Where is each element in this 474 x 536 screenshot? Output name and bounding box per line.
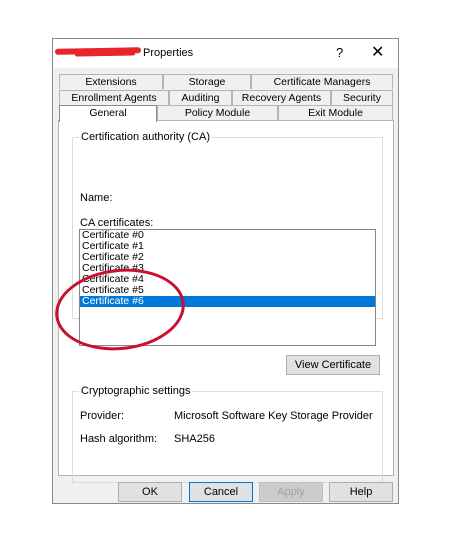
help-button[interactable]: Help <box>329 482 393 502</box>
view-certificate-button[interactable]: View Certificate <box>286 355 380 375</box>
provider-value: Microsoft Software Key Storage Provider <box>174 410 373 422</box>
tab-enrollment-agents[interactable]: Enrollment Agents <box>59 90 169 105</box>
tab-auditing[interactable]: Auditing <box>169 90 232 105</box>
tab-policy-module[interactable]: Policy Module <box>157 105 278 120</box>
help-icon[interactable]: ? <box>336 45 343 60</box>
hash-algorithm-label: Hash algorithm: <box>80 433 158 445</box>
window-title: Properties <box>143 47 194 59</box>
tab-general[interactable]: General <box>59 105 157 122</box>
hash-algorithm-value: SHA256 <box>174 433 215 445</box>
apply-button[interactable]: Apply <box>259 482 323 502</box>
tab-certificate-managers[interactable]: Certificate Managers <box>251 74 393 89</box>
properties-dialog: Properties ? ✕ Extensions Storage Certif… <box>51 38 399 504</box>
crypto-group-legend: Cryptographic settings <box>79 385 193 397</box>
tab-exit-module[interactable]: Exit Module <box>278 105 393 120</box>
ca-certificates-label: CA certificates: <box>80 217 154 229</box>
title-redaction-2 <box>74 51 136 57</box>
general-tab-panel: Certification authority (CA) Name: CA ce… <box>51 120 394 483</box>
tab-storage[interactable]: Storage <box>163 74 251 89</box>
tab-security[interactable]: Security <box>331 90 393 105</box>
ca-group-legend: Certification authority (CA) <box>79 131 212 143</box>
name-label: Name: <box>80 192 113 204</box>
tab-recovery-agents[interactable]: Recovery Agents <box>232 90 331 105</box>
cancel-button[interactable]: Cancel <box>189 482 253 502</box>
close-icon[interactable]: ✕ <box>371 42 384 62</box>
ok-button[interactable]: OK <box>118 482 182 502</box>
title-bar: Properties ? ✕ <box>53 39 398 68</box>
tab-extensions[interactable]: Extensions <box>59 74 163 89</box>
provider-label: Provider: <box>80 410 125 422</box>
